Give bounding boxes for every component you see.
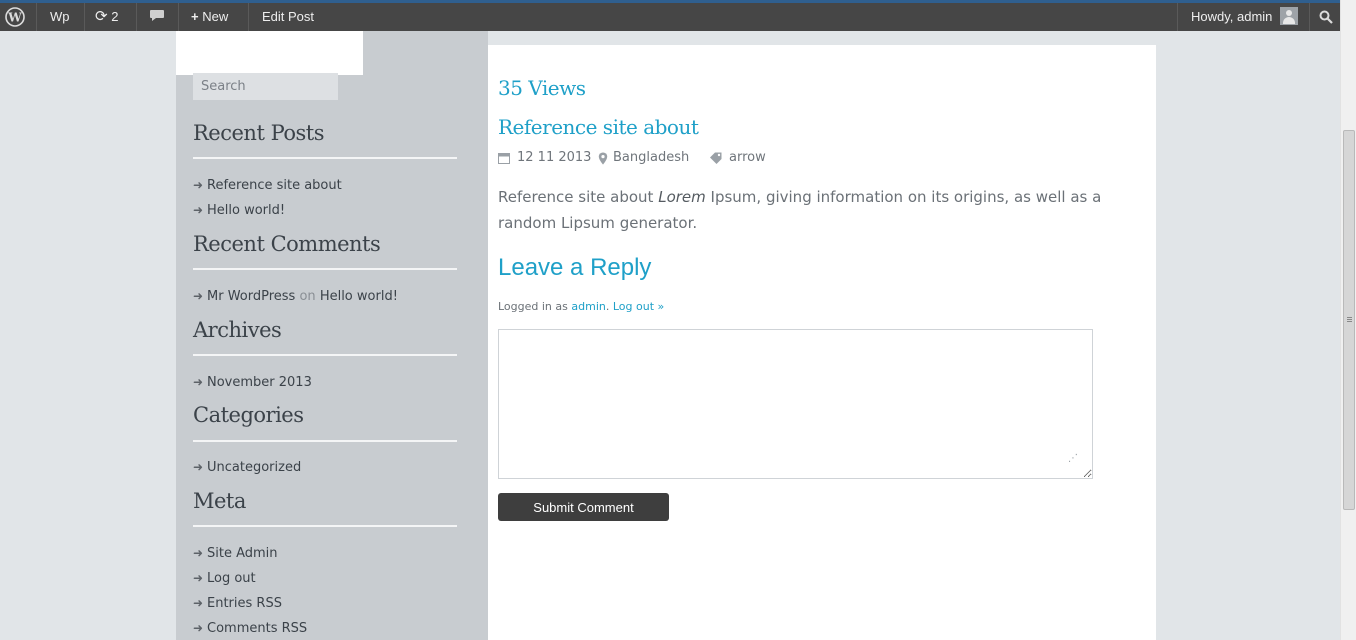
separator — [84, 3, 85, 31]
site-admin-link[interactable]: Site Admin — [207, 546, 278, 561]
separator — [1309, 3, 1310, 31]
meta-title: Meta — [193, 489, 246, 513]
updates-count: 2 — [111, 9, 119, 24]
arrow-right-icon: ➜ — [193, 546, 204, 560]
comment-bubble-icon — [150, 10, 164, 21]
arrow-right-icon: ➜ — [193, 621, 204, 635]
svg-text:W: W — [7, 11, 22, 25]
archives-title: Archives — [193, 318, 282, 342]
recent-post-link[interactable]: Hello world! — [207, 203, 285, 218]
archive-link[interactable]: November 2013 — [207, 375, 312, 390]
list-item[interactable]: ➜ Entries RSS — [193, 596, 282, 611]
edit-post-link[interactable]: Edit Post — [262, 3, 314, 31]
comment-textarea[interactable] — [498, 329, 1093, 479]
post-date: 12 11 2013 — [517, 150, 592, 165]
submit-comment-button[interactable]: Submit Comment — [498, 493, 669, 521]
recent-comments-title: Recent Comments — [193, 232, 381, 256]
list-item[interactable]: ➜ Comments RSS — [193, 621, 307, 636]
sidebar-search-input[interactable] — [193, 73, 338, 100]
body-emphasis: Lorem — [658, 188, 706, 206]
avatar — [1280, 6, 1299, 25]
list-item: ➜ Mr WordPress on Hello world! — [193, 289, 398, 304]
arrow-right-icon: ➜ — [193, 178, 204, 192]
howdy-label: Howdy, admin — [1191, 9, 1273, 24]
adminbar-search-button[interactable] — [1318, 3, 1334, 31]
account-menu[interactable]: Howdy, admin — [1191, 3, 1299, 31]
user-profile-link[interactable]: admin — [571, 300, 605, 313]
list-item[interactable]: ➜ Uncategorized — [193, 460, 301, 475]
comment-author-link[interactable]: Mr WordPress — [207, 289, 295, 304]
list-item[interactable]: ➜ Hello world! — [193, 203, 285, 218]
separator — [136, 3, 137, 31]
calendar-icon — [498, 153, 510, 164]
list-item[interactable]: ➜ Log out — [193, 571, 256, 586]
recent-posts-title: Recent Posts — [193, 121, 324, 145]
arrow-right-icon: ➜ — [193, 571, 204, 585]
logged-in-note: Logged in as admin. Log out » — [498, 300, 665, 313]
on-label: on — [299, 289, 316, 304]
new-content-button[interactable]: + New — [191, 3, 228, 31]
separator — [1177, 3, 1178, 31]
site-logo-area — [176, 31, 363, 75]
divider — [193, 268, 457, 270]
arrow-right-icon: ➜ — [193, 596, 204, 610]
post-tag-link[interactable]: arrow — [729, 150, 766, 165]
comments-link[interactable] — [149, 3, 165, 31]
tag-icon — [710, 152, 722, 164]
categories-title: Categories — [193, 403, 304, 427]
separator — [178, 3, 179, 31]
divider — [193, 440, 457, 442]
comment-post-link[interactable]: Hello world! — [320, 289, 398, 304]
logout-link[interactable]: Log out » — [613, 300, 664, 313]
page-scrollbar[interactable] — [1340, 0, 1356, 640]
admin-bar: W Wp ⟳ 2 + New Edit Post Howdy, admin — [0, 3, 1340, 31]
views-count: 35 Views — [498, 76, 586, 100]
arrow-right-icon: ➜ — [193, 375, 204, 389]
list-item[interactable]: ➜ November 2013 — [193, 375, 312, 390]
refresh-icon: ⟳ — [95, 8, 108, 25]
location-pin-icon — [598, 152, 608, 165]
divider — [193, 157, 457, 159]
separator — [36, 3, 37, 31]
scrollbar-grip-icon — [1347, 317, 1352, 318]
post-body: Reference site about Lorem Ipsum, giving… — [498, 184, 1148, 236]
search-icon — [1319, 10, 1333, 24]
scrollbar-thumb[interactable] — [1343, 130, 1355, 510]
site-name-link[interactable]: Wp — [50, 3, 70, 31]
body-text: Reference site about — [498, 188, 659, 206]
list-item[interactable]: ➜ Reference site about — [193, 178, 342, 193]
list-item[interactable]: ➜ Site Admin — [193, 546, 278, 561]
wordpress-icon: W — [5, 7, 25, 27]
logged-in-prefix: Logged in as — [498, 300, 568, 313]
updates-link[interactable]: ⟳ 2 — [95, 3, 118, 31]
arrow-right-icon: ➜ — [193, 203, 204, 217]
divider — [193, 525, 457, 527]
wp-logo-button[interactable]: W — [4, 3, 34, 31]
logout-link[interactable]: Log out — [207, 571, 256, 586]
divider — [193, 354, 457, 356]
comments-rss-link[interactable]: Comments RSS — [207, 621, 307, 636]
arrow-right-icon: ➜ — [193, 289, 204, 303]
entries-rss-link[interactable]: Entries RSS — [207, 596, 282, 611]
resize-grip-icon[interactable]: ⋰ — [1068, 453, 1078, 464]
arrow-right-icon: ➜ — [193, 460, 204, 474]
separator — [248, 3, 249, 31]
leave-reply-heading: Leave a Reply — [498, 254, 652, 281]
recent-post-link[interactable]: Reference site about — [207, 178, 342, 193]
category-link[interactable]: Uncategorized — [207, 460, 301, 475]
new-label: New — [202, 9, 229, 24]
post-location-link[interactable]: Bangladesh — [613, 150, 689, 165]
post-title-link[interactable]: Reference site about — [498, 115, 699, 139]
plus-icon: + — [191, 9, 199, 24]
